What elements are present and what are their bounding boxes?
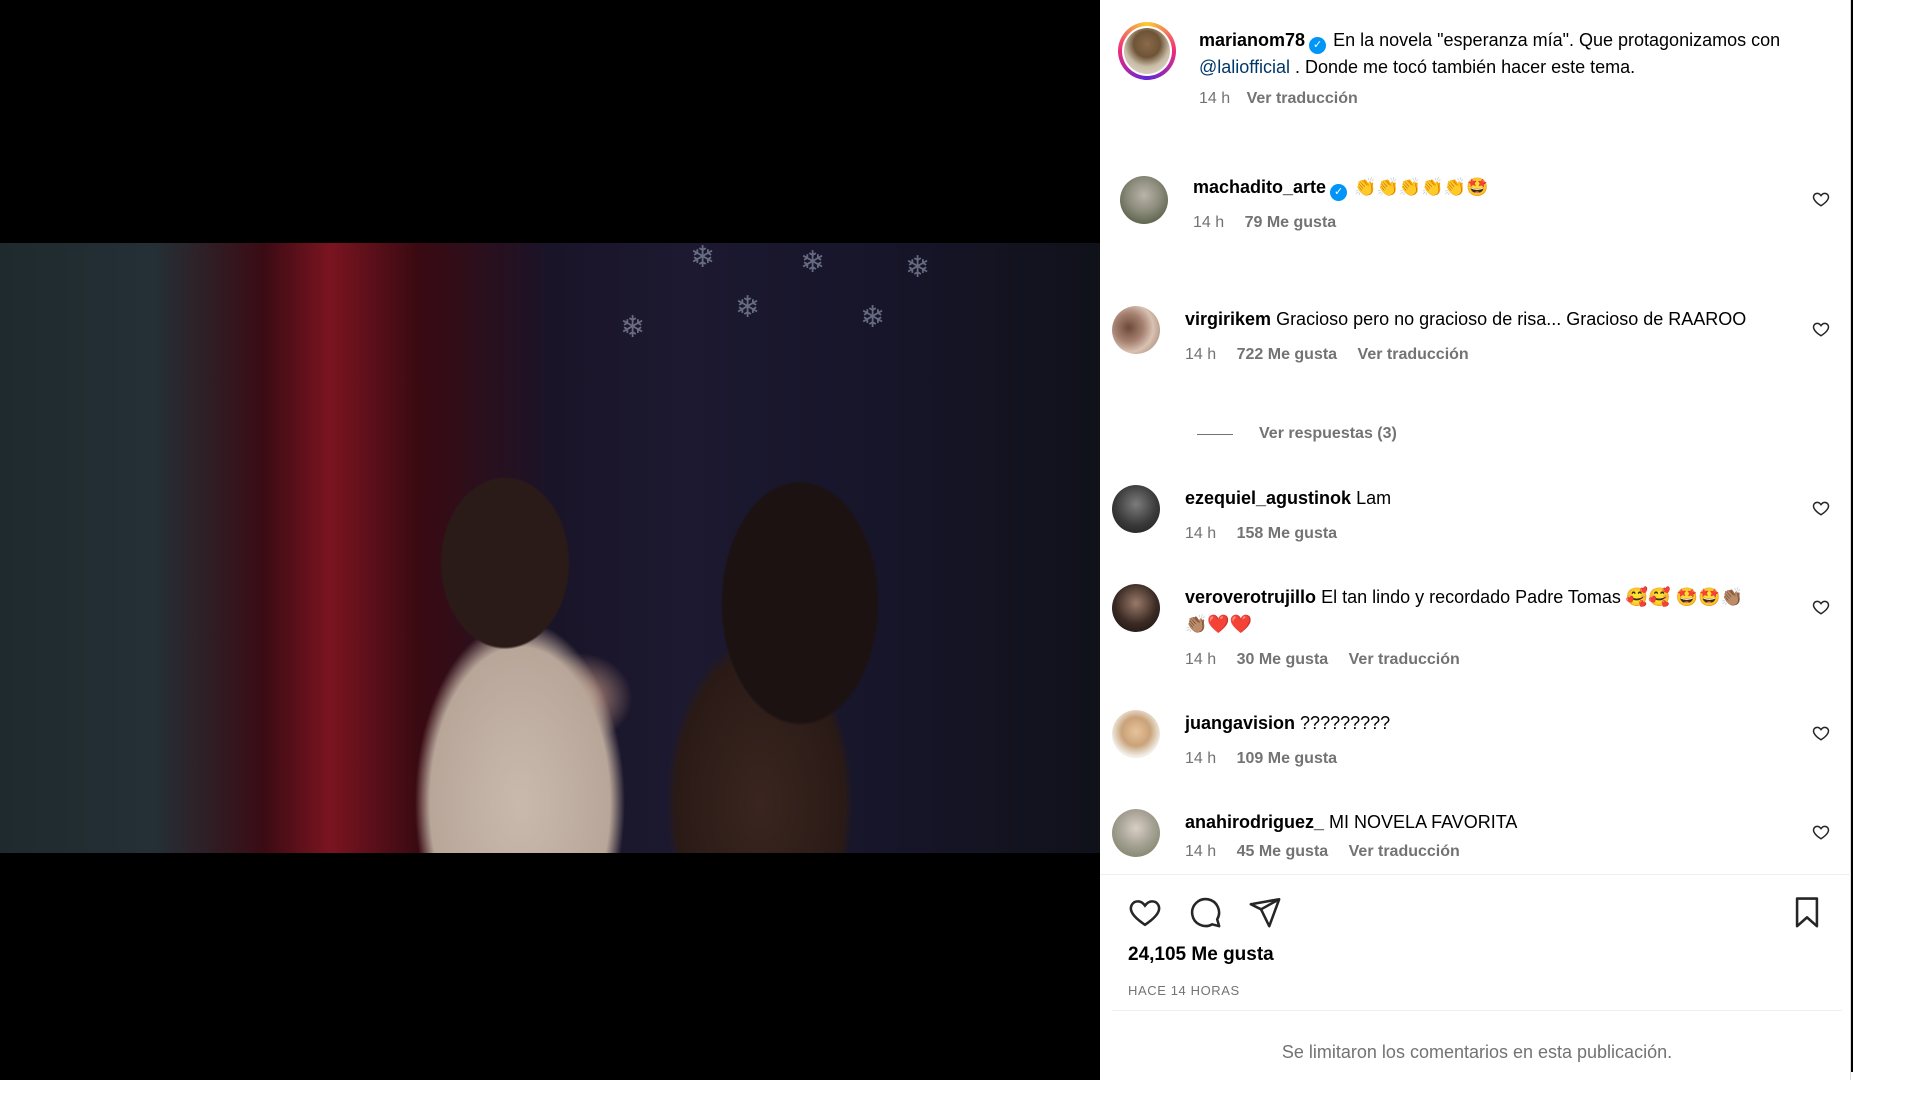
comment-item: anahirodriguez_ MI NOVELA FAVORITA 14 h …	[1112, 809, 1832, 866]
comment-likes[interactable]: 30 Me gusta	[1237, 651, 1329, 668]
heart-icon[interactable]	[1812, 823, 1830, 841]
snowflake-decoration: ❄	[860, 301, 886, 334]
heart-icon[interactable]	[1812, 499, 1830, 517]
comment-time: 14 h	[1185, 651, 1217, 668]
view-replies-label: Ver respuestas (3)	[1259, 425, 1397, 442]
avatar[interactable]	[1112, 306, 1160, 354]
verified-badge-icon: ✓	[1330, 184, 1348, 201]
avatar[interactable]	[1112, 485, 1160, 533]
comment-time: 14 h	[1185, 346, 1217, 363]
caption-text: En la novela "esperanza mía". Que protag…	[1333, 30, 1781, 50]
comments-panel: marianom78 ✓ En la novela "esperanza mía"…	[1100, 0, 1851, 1080]
likes-count[interactable]: 24,105 Me gusta	[1128, 944, 1274, 966]
heart-icon[interactable]	[1812, 320, 1830, 338]
comment-text: ?????????	[1300, 713, 1391, 733]
heart-icon[interactable]	[1812, 724, 1830, 742]
comment-text: MI NOVELA FAVORITA	[1329, 812, 1518, 832]
heart-icon[interactable]	[1812, 598, 1830, 616]
snowflake-decoration: ❄	[905, 251, 931, 284]
comment-likes[interactable]: 722 Me gusta	[1237, 346, 1337, 363]
comment-username[interactable]: anahirodriguez_	[1185, 812, 1324, 832]
snowflake-decoration: ❄	[690, 243, 716, 274]
comment-time: 14 h	[1185, 525, 1217, 542]
verified-badge-icon: ✓	[1309, 37, 1327, 54]
translate-link[interactable]: Ver traducción	[1358, 346, 1469, 363]
heart-icon[interactable]	[1128, 895, 1162, 929]
comment-username[interactable]: ezequiel_agustinok	[1185, 488, 1351, 508]
avatar[interactable]	[1112, 584, 1160, 632]
avatar[interactable]	[1120, 176, 1168, 224]
snowflake-decoration: ❄	[735, 291, 761, 324]
comment-username[interactable]: machadito_arte	[1193, 177, 1326, 197]
heart-icon[interactable]	[1812, 190, 1830, 208]
share-icon[interactable]	[1248, 895, 1282, 929]
comment-text: Gracioso pero no gracioso de risa... Gra…	[1276, 309, 1747, 329]
comment-likes[interactable]: 79 Me gusta	[1245, 214, 1337, 231]
comment-text: Lam	[1356, 488, 1392, 508]
comment-text: 👏👏👏👏👏🤩	[1354, 177, 1489, 197]
action-bar	[1100, 874, 1851, 945]
comment-likes[interactable]: 45 Me gusta	[1237, 843, 1329, 860]
comment-time: 14 h	[1193, 214, 1225, 231]
view-replies-button[interactable]: Ver respuestas (3)	[1197, 425, 1397, 443]
avatar[interactable]	[1112, 809, 1160, 857]
comment-username[interactable]: virgirikem	[1185, 309, 1271, 329]
translate-link[interactable]: Ver traducción	[1349, 651, 1460, 668]
window-edge	[1851, 0, 1853, 1072]
caption-mention-link[interactable]: @laliofficial	[1199, 57, 1290, 77]
caption-username[interactable]: marianom78	[1199, 30, 1305, 50]
avatar[interactable]	[1112, 710, 1160, 758]
video-player[interactable]: ❄ ❄ ❄ ❄ ❄ ❄	[0, 243, 1100, 853]
comment-time: 14 h	[1185, 843, 1217, 860]
caption-text-end: . Donde me tocó también hacer este tema.	[1289, 57, 1636, 77]
comment-username[interactable]: veroverotrujillo	[1185, 587, 1316, 607]
post-media: ❄ ❄ ❄ ❄ ❄ ❄	[0, 0, 1100, 1080]
bookmark-icon[interactable]	[1790, 895, 1824, 929]
snowflake-decoration: ❄	[620, 311, 646, 344]
comment-likes[interactable]: 158 Me gusta	[1237, 525, 1337, 542]
translate-link[interactable]: Ver traducción	[1247, 90, 1358, 107]
caption-time: 14 h	[1199, 90, 1231, 107]
avatar[interactable]	[1118, 22, 1176, 80]
snowflake-decoration: ❄	[800, 246, 826, 279]
post-timestamp: HACE 14 HORAS	[1128, 983, 1240, 998]
comment-icon[interactable]	[1188, 895, 1222, 929]
comment-time: 14 h	[1185, 750, 1217, 767]
comment-username[interactable]: juangavision	[1185, 713, 1295, 733]
comments-limited-notice: Se limitaron los comentarios en esta pub…	[1112, 1010, 1842, 1081]
comment-likes[interactable]: 109 Me gusta	[1237, 750, 1337, 767]
translate-link[interactable]: Ver traducción	[1349, 843, 1460, 860]
